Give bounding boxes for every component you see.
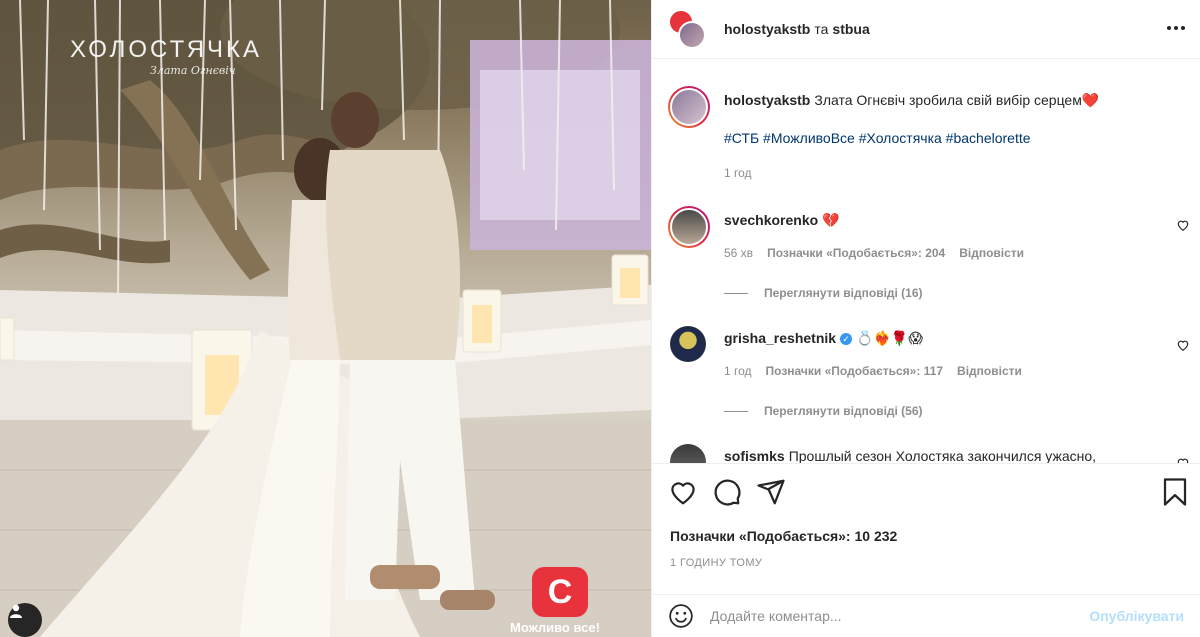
coauthor-username[interactable]: stbua: [832, 21, 869, 37]
comment-meta: 56 хв Позначки «Подобається»: 204 Відпов…: [724, 246, 1024, 260]
stb-slogan: Можливо все!: [510, 620, 600, 635]
comment-body: Прошлый сезон Холостяка закончился ужасн…: [788, 448, 1097, 464]
reply-button[interactable]: Відповісти: [957, 364, 1022, 378]
comment-row: sofismks Прошлый сезон Холостяка закончил…: [668, 442, 1189, 464]
caption-row: holostyakstb Злата Огнєвіч зробила свій в…: [668, 82, 1184, 192]
comment-time[interactable]: 1 год: [724, 364, 752, 378]
comment-meta: 1 год Позначки «Подобається»: 117 Відпов…: [724, 364, 1022, 378]
show-watermark-signature: Злата Огнєвіч: [150, 64, 236, 77]
comment-avatar[interactable]: [668, 206, 710, 248]
caption-meta: 1 год: [724, 166, 752, 180]
caption-time[interactable]: 1 год: [724, 166, 752, 180]
view-replies-label: Переглянути відповіді (16): [764, 286, 923, 300]
user-icon: [10, 604, 22, 618]
instagram-post: ХОЛОСТЯЧКА Злата Огнєвіч С Можливо все! …: [0, 0, 1200, 637]
comment-input[interactable]: [710, 608, 1090, 624]
comment-username[interactable]: sofismks: [724, 448, 785, 463]
comment-likes[interactable]: Позначки «Подобається»: 117: [766, 364, 944, 378]
coauthor-avatar[interactable]: [678, 21, 706, 49]
like-comment-heart-icon[interactable]: [1176, 218, 1190, 232]
stb-logo-letter: С: [547, 573, 573, 611]
heart-icon[interactable]: [668, 477, 698, 507]
caption-hashtags[interactable]: #СТБ #МожливоВсе #Холостячка #bacheloret…: [724, 130, 1031, 146]
post-timestamp[interactable]: 1 ГОДИНУ ТОМУ: [670, 557, 762, 569]
comment-row: grisha_reshetnik ✓ 💍❤️‍🔥🌹😱 1 год Позначки …: [668, 324, 1189, 424]
emoji-icon[interactable]: [668, 603, 694, 629]
caption-body: Злата Огнєвіч зробила свій вибір серцем❤…: [814, 92, 1100, 108]
caption-username[interactable]: holostyakstb: [724, 92, 810, 108]
comment-time[interactable]: 56 хв: [724, 246, 753, 260]
authors-conjunction: та: [814, 21, 829, 37]
reply-button[interactable]: Відповісти: [959, 246, 1024, 260]
share-icon[interactable]: [756, 477, 786, 507]
author-username[interactable]: holostyakstb: [724, 21, 810, 37]
comments-section[interactable]: holostyakstb Злата Огнєвіч зробила свій в…: [652, 60, 1200, 464]
verified-badge-icon: ✓: [840, 333, 853, 346]
post-side-panel: holostyakstb та stbua holostyakstb Злата Ог…: [651, 0, 1200, 637]
comment-text: sofismks Прошлый сезон Холостяка закончил…: [724, 446, 1162, 464]
comment-avatar[interactable]: [670, 444, 706, 463]
comment-username[interactable]: svechkorenko: [724, 212, 818, 228]
view-replies-button[interactable]: Переглянути відповіді (56): [724, 404, 923, 418]
like-comment-heart-icon[interactable]: [1176, 338, 1190, 352]
comment-body: 💍❤️‍🔥🌹😱: [856, 330, 923, 346]
view-replies-label: Переглянути відповіді (56): [764, 404, 923, 418]
like-comment-heart-icon[interactable]: [1176, 456, 1190, 464]
post-header: holostyakstb та stbua: [652, 0, 1200, 59]
show-watermark-title: ХОЛОСТЯЧКА: [70, 36, 263, 63]
tagged-users-button[interactable]: [8, 603, 42, 637]
post-authors: holostyakstb та stbua: [724, 21, 870, 37]
add-comment-bar: Опублікувати: [652, 594, 1200, 637]
more-icon: [1167, 26, 1171, 30]
wedding-scene-illustration: [0, 0, 651, 637]
comment-text: svechkorenko 💔: [724, 210, 1162, 230]
caption-text: holostyakstb Злата Огнєвіч зробила свій в…: [724, 90, 1162, 110]
bookmark-icon[interactable]: [1160, 477, 1190, 507]
comment-avatar[interactable]: [670, 326, 706, 362]
post-photo[interactable]: ХОЛОСТЯЧКА Злата Огнєвіч С Можливо все!: [0, 0, 651, 637]
comment-username[interactable]: grisha_reshetnik: [724, 330, 836, 346]
stb-logo: С: [532, 567, 588, 617]
publish-comment-button[interactable]: Опублікувати: [1089, 608, 1184, 624]
post-likes-count[interactable]: Позначки «Подобається»: 10 232: [670, 528, 897, 544]
comment-icon[interactable]: [712, 477, 742, 507]
post-actions: [668, 477, 1190, 513]
caption-avatar[interactable]: [668, 86, 710, 128]
collab-avatars[interactable]: [668, 9, 708, 49]
comment-row: svechkorenko 💔 56 хв Позначки «Подобаєтьс…: [668, 204, 1189, 304]
comment-body: 💔: [822, 212, 840, 228]
view-replies-button[interactable]: Переглянути відповіді (16): [724, 286, 923, 300]
more-options-button[interactable]: [1166, 18, 1186, 38]
comment-likes[interactable]: Позначки «Подобається»: 204: [767, 246, 945, 260]
comment-text: grisha_reshetnik ✓ 💍❤️‍🔥🌹😱: [724, 328, 1162, 348]
